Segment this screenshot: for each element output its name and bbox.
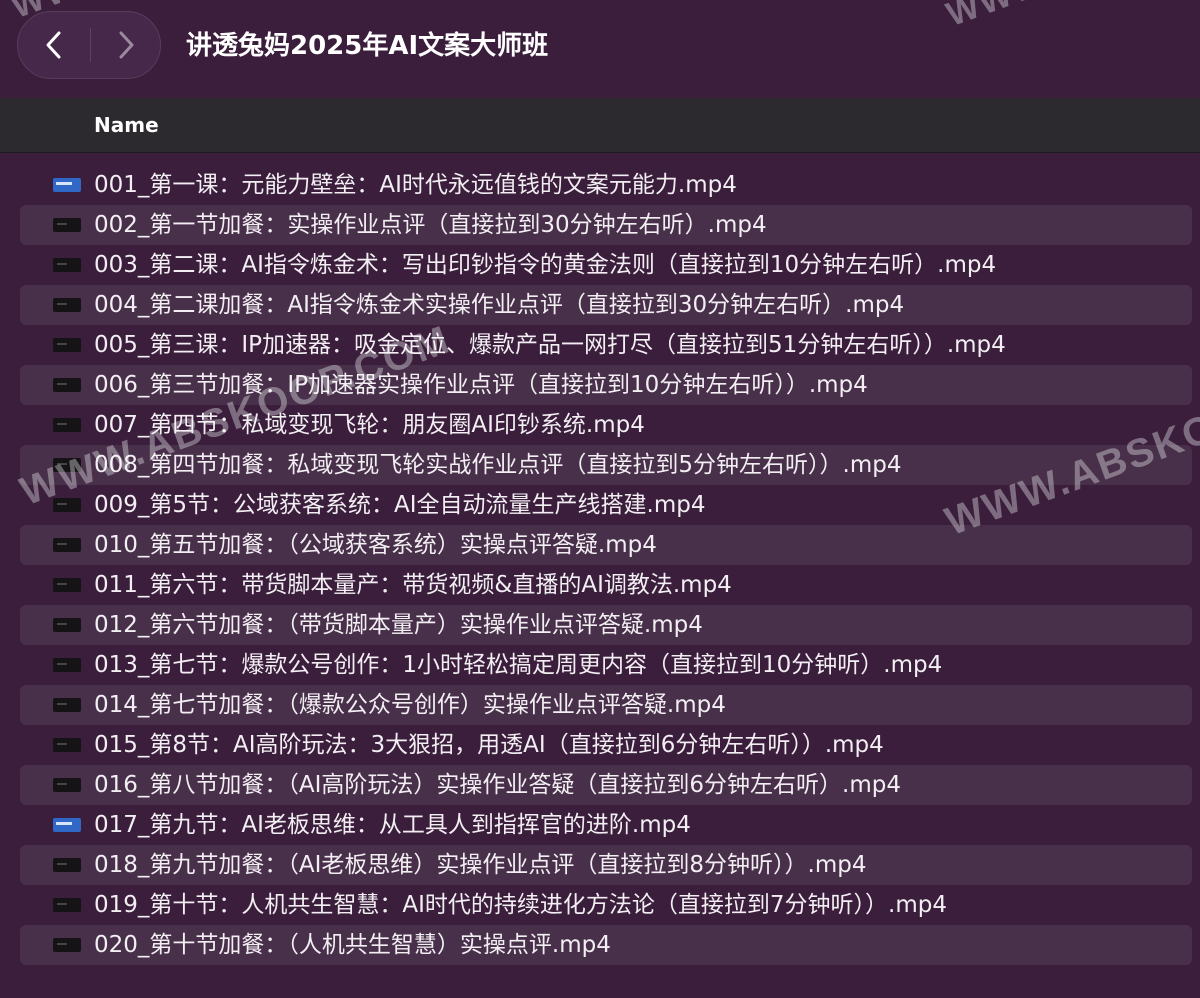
video-file-icon xyxy=(53,178,81,192)
chevron-left-icon xyxy=(46,31,61,59)
file-name: 014_第七节加餐：（爆款公众号创作）实操作业点评答疑.mp4 xyxy=(94,692,726,718)
video-file-icon xyxy=(53,338,81,352)
file-name: 017_第九节：AI老板思维：从工具人到指挥官的进阶.mp4 xyxy=(94,812,691,838)
video-file-icon xyxy=(53,578,81,592)
file-row[interactable]: 001_第一课：元能力壁垒：AI时代永远值钱的文案元能力.mp4 xyxy=(20,165,1192,205)
video-file-icon xyxy=(53,378,81,392)
file-name: 013_第七节：爆款公号创作：1小时轻松搞定周更内容（直接拉到10分钟听）.mp… xyxy=(94,652,943,678)
video-file-icon xyxy=(53,738,81,752)
file-name: 015_第8节：AI高阶玩法：3大狠招，用透AI（直接拉到6分钟左右听））.mp… xyxy=(94,732,884,758)
video-file-icon xyxy=(53,698,81,712)
file-row[interactable]: 020_第十节加餐：（人机共生智慧）实操点评.mp4 xyxy=(20,925,1192,965)
video-file-icon xyxy=(53,458,81,472)
file-name: 006_第三节加餐：IP加速器实操作业点评（直接拉到10分钟左右听））.mp4 xyxy=(94,372,868,398)
file-name: 004_第二课加餐：AI指令炼金术实操作业点评（直接拉到30分钟左右听）.mp4 xyxy=(94,292,905,318)
window-title: 讲透兔妈2025年AI文案大师班 xyxy=(186,31,549,61)
video-file-icon xyxy=(53,418,81,432)
file-name: 009_第5节：公域获客系统：AI全自动流量生产线搭建.mp4 xyxy=(94,492,706,518)
file-row[interactable]: 019_第十节：人机共生智慧：AI时代的持续进化方法论（直接拉到7分钟听））.m… xyxy=(20,885,1192,925)
file-name: 018_第九节加餐：（AI老板思维）实操作业点评（直接拉到8分钟听））.mp4 xyxy=(94,852,867,878)
forward-button[interactable] xyxy=(90,12,162,78)
file-row[interactable]: 011_第六节：带货脚本量产：带货视频&直播的AI调教法.mp4 xyxy=(20,565,1192,605)
file-row[interactable]: 010_第五节加餐：（公域获客系统）实操点评答疑.mp4 xyxy=(20,525,1192,565)
video-file-icon xyxy=(53,778,81,792)
file-row[interactable]: 015_第8节：AI高阶玩法：3大狠招，用透AI（直接拉到6分钟左右听））.mp… xyxy=(20,725,1192,765)
file-name: 012_第六节加餐：（带货脚本量产）实操作业点评答疑.mp4 xyxy=(94,612,703,638)
file-name: 019_第十节：人机共生智慧：AI时代的持续进化方法论（直接拉到7分钟听））.m… xyxy=(94,892,947,918)
video-file-icon xyxy=(53,618,81,632)
file-row[interactable]: 003_第二课：AI指令炼金术：写出印钞指令的黄金法则（直接拉到10分钟左右听）… xyxy=(20,245,1192,285)
file-name: 007_第四节：私域变现飞轮：朋友圈AI印钞系统.mp4 xyxy=(94,412,645,438)
file-name: 002_第一节加餐：实操作业点评（直接拉到30分钟左右听）.mp4 xyxy=(94,212,767,238)
video-file-icon xyxy=(53,898,81,912)
video-file-icon xyxy=(53,658,81,672)
file-row[interactable]: 013_第七节：爆款公号创作：1小时轻松搞定周更内容（直接拉到10分钟听）.mp… xyxy=(20,645,1192,685)
video-file-icon xyxy=(53,258,81,272)
file-list: 001_第一课：元能力壁垒：AI时代永远值钱的文案元能力.mp4 002_第一节加… xyxy=(0,165,1200,965)
file-row[interactable]: 004_第二课加餐：AI指令炼金术实操作业点评（直接拉到30分钟左右听）.mp4 xyxy=(20,285,1192,325)
file-name: 001_第一课：元能力壁垒：AI时代永远值钱的文案元能力.mp4 xyxy=(94,172,737,198)
file-row[interactable]: 005_第三课：IP加速器：吸金定位、爆款产品一网打尽（直接拉到51分钟左右听）… xyxy=(20,325,1192,365)
file-row[interactable]: 007_第四节：私域变现飞轮：朋友圈AI印钞系统.mp4 xyxy=(20,405,1192,445)
list-column-header[interactable]: Name xyxy=(0,98,1200,153)
file-row[interactable]: 008_第四节加餐：私域变现飞轮实战作业点评（直接拉到5分钟左右听））.mp4 xyxy=(20,445,1192,485)
file-row[interactable]: 012_第六节加餐：（带货脚本量产）实操作业点评答疑.mp4 xyxy=(20,605,1192,645)
video-file-icon xyxy=(53,498,81,512)
back-button[interactable] xyxy=(18,12,90,78)
chevron-right-icon xyxy=(119,31,134,59)
file-name: 003_第二课：AI指令炼金术：写出印钞指令的黄金法则（直接拉到10分钟左右听）… xyxy=(94,252,997,278)
video-file-icon xyxy=(53,818,81,832)
file-name: 016_第八节加餐：（AI高阶玩法）实操作业答疑（直接拉到6分钟左右听）.mp4 xyxy=(94,772,901,798)
file-row[interactable]: 018_第九节加餐：（AI老板思维）实操作业点评（直接拉到8分钟听））.mp4 xyxy=(20,845,1192,885)
window-titlebar: 讲透兔妈2025年AI文案大师班 xyxy=(0,0,1200,98)
file-name: 005_第三课：IP加速器：吸金定位、爆款产品一网打尽（直接拉到51分钟左右听）… xyxy=(94,332,1006,358)
file-row[interactable]: 002_第一节加餐：实操作业点评（直接拉到30分钟左右听）.mp4 xyxy=(20,205,1192,245)
file-name: 008_第四节加餐：私域变现飞轮实战作业点评（直接拉到5分钟左右听））.mp4 xyxy=(94,452,902,478)
file-row[interactable]: 016_第八节加餐：（AI高阶玩法）实操作业答疑（直接拉到6分钟左右听）.mp4 xyxy=(20,765,1192,805)
file-name: 010_第五节加餐：（公域获客系统）实操点评答疑.mp4 xyxy=(94,532,657,558)
video-file-icon xyxy=(53,858,81,872)
video-file-icon xyxy=(53,298,81,312)
navigation-buttons xyxy=(17,11,161,79)
file-name: 020_第十节加餐：（人机共生智慧）实操点评.mp4 xyxy=(94,932,611,958)
file-name: 011_第六节：带货脚本量产：带货视频&直播的AI调教法.mp4 xyxy=(94,572,732,598)
video-file-icon xyxy=(53,538,81,552)
file-row[interactable]: 006_第三节加餐：IP加速器实操作业点评（直接拉到10分钟左右听））.mp4 xyxy=(20,365,1192,405)
video-file-icon xyxy=(53,218,81,232)
file-row[interactable]: 014_第七节加餐：（爆款公众号创作）实操作业点评答疑.mp4 xyxy=(20,685,1192,725)
video-file-icon xyxy=(53,938,81,952)
column-header-name[interactable]: Name xyxy=(94,98,159,152)
file-row[interactable]: 017_第九节：AI老板思维：从工具人到指挥官的进阶.mp4 xyxy=(20,805,1192,845)
file-row[interactable]: 009_第5节：公域获客系统：AI全自动流量生产线搭建.mp4 xyxy=(20,485,1192,525)
